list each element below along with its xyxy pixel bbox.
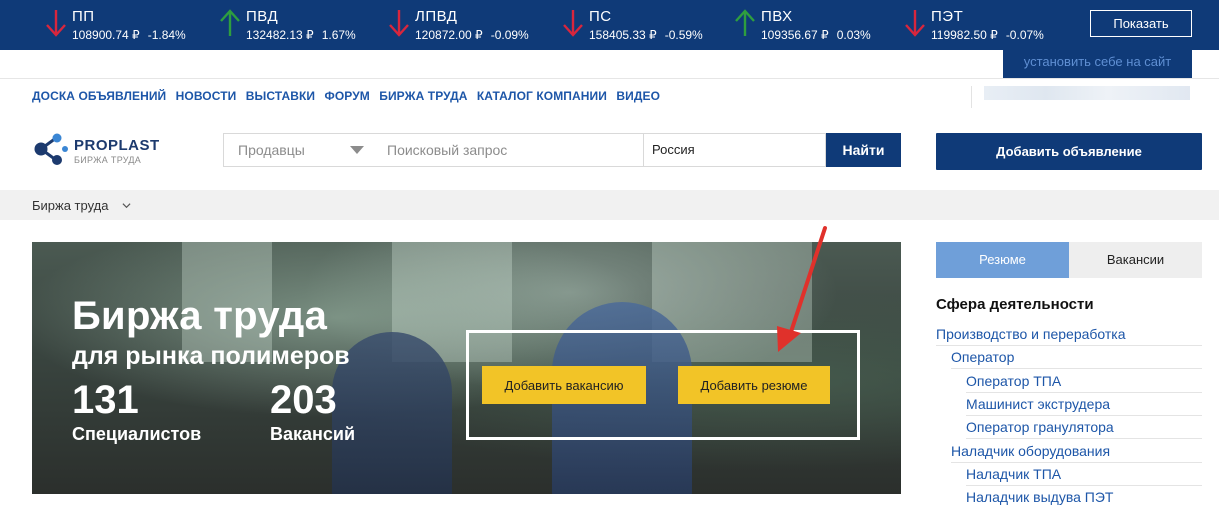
ticker-price: 158405.33 ₽	[589, 28, 657, 42]
category-item-tpa-operator[interactable]: Оператор ТПА	[966, 373, 1061, 389]
ticker-item-pvd[interactable]: ПВД 132482.13 ₽ 1.67%	[218, 6, 378, 46]
ticker-price: 120872.00 ₽	[415, 28, 483, 42]
nav-board[interactable]: ДОСКА ОБЪЯВЛЕНИЙ	[32, 89, 166, 103]
install-widget-link[interactable]: установить себе на сайт	[1003, 46, 1192, 78]
ticker-change: 1.67%	[321, 28, 356, 42]
category-item-adjuster[interactable]: Наладчик оборудования	[951, 443, 1110, 459]
ticker-name: ПВХ	[761, 8, 793, 25]
ticker-item-ps[interactable]: ПС 158405.33 ₽ -0.59%	[561, 6, 721, 46]
nav-video[interactable]: ВИДЕО	[616, 89, 660, 103]
nav-news[interactable]: НОВОСТИ	[176, 89, 237, 103]
arrow-down-icon	[389, 10, 409, 37]
ticker-name: ЛПВД	[415, 8, 458, 25]
ticker-name: ПС	[589, 8, 612, 25]
breadcrumb-item[interactable]: Биржа труда	[32, 198, 108, 213]
tab-resume[interactable]: Резюме	[936, 242, 1069, 278]
specialists-count: 131	[72, 378, 139, 422]
ticker-change: -0.59%	[664, 28, 703, 42]
site-logo[interactable]: PROPLAST БИРЖА ТРУДА	[32, 130, 172, 170]
ticker-name: ПВД	[246, 8, 279, 25]
hero-title: Биржа труда	[72, 294, 328, 338]
ticker-price: 109356.67 ₽	[761, 28, 829, 42]
nav-exhibitions[interactable]: ВЫСТАВКИ	[246, 89, 315, 103]
divider	[971, 86, 972, 108]
arrow-down-icon	[563, 10, 583, 37]
divider	[951, 368, 1202, 369]
ticker-change: 0.03%	[836, 28, 871, 42]
ticker-price: 108900.74 ₽	[72, 28, 140, 42]
main-nav: ДОСКА ОБЪЯВЛЕНИЙ НОВОСТИ ВЫСТАВКИ ФОРУМ …	[32, 89, 666, 103]
logo-brand: PROPLAST	[74, 137, 160, 154]
show-ticker-button[interactable]: Показать	[1090, 10, 1192, 37]
specialists-label: Специалистов	[72, 424, 202, 444]
nav-forum[interactable]: ФОРУМ	[325, 89, 370, 103]
vacancies-stat: 203 Вакансий	[270, 380, 355, 445]
arrow-up-icon	[735, 9, 755, 36]
add-vacancy-button[interactable]: Добавить вакансию	[482, 366, 646, 404]
divider	[966, 415, 1202, 416]
search-input[interactable]	[372, 133, 644, 167]
ticker-item-pp[interactable]: ПП 108900.74 ₽ -1.84%	[44, 6, 204, 46]
molecule-logo-icon	[34, 133, 68, 165]
arrow-up-icon	[220, 9, 240, 36]
arrow-down-icon	[46, 10, 66, 37]
ticker-item-lpvd[interactable]: ЛПВД 120872.00 ₽ -0.09%	[387, 6, 547, 46]
find-button[interactable]: Найти	[826, 133, 901, 167]
caret-down-icon	[350, 146, 364, 154]
add-resume-button[interactable]: Добавить резюме	[678, 366, 830, 404]
divider	[951, 462, 1202, 463]
specialists-stat: 131 Специалистов	[72, 380, 201, 445]
category-item-pet-blow[interactable]: Наладчик выдува ПЭТ	[966, 489, 1113, 505]
ticker-change: -1.84%	[147, 28, 186, 42]
nav-job-exchange[interactable]: БИРЖА ТРУДА	[379, 89, 467, 103]
ticker-item-pet[interactable]: ПЭТ 119982.50 ₽ -0.07%	[903, 6, 1063, 46]
add-ad-button[interactable]: Добавить объявление	[936, 133, 1202, 170]
category-item-production[interactable]: Производство и переработка	[936, 326, 1126, 342]
vacancies-count: 203	[270, 378, 337, 422]
divider	[966, 485, 1202, 486]
ticker-change: -0.09%	[490, 28, 529, 42]
logo-subtitle: БИРЖА ТРУДА	[74, 155, 142, 165]
ticker-change: -0.07%	[1005, 28, 1044, 42]
ticker-name: ПП	[72, 8, 95, 25]
blurred-user-area	[984, 86, 1190, 100]
divider	[0, 78, 1219, 79]
ticker-name: ПЭТ	[931, 8, 964, 25]
nav-company-catalog[interactable]: КАТАЛОГ КОМПАНИИ	[477, 89, 607, 103]
ticker-price: 119982.50 ₽	[931, 28, 998, 42]
price-ticker: ПП 108900.74 ₽ -1.84% ПВД 132482.13 ₽ 1.67…	[0, 0, 1219, 50]
category-item-extruder[interactable]: Машинист экструдера	[966, 396, 1110, 412]
arrow-down-icon	[905, 10, 925, 37]
category-select[interactable]: Продавцы	[223, 133, 373, 167]
breadcrumb: Биржа труда	[0, 190, 1219, 220]
divider	[966, 438, 1202, 439]
chevron-down-icon[interactable]	[122, 201, 131, 210]
category-item-operator[interactable]: Оператор	[951, 349, 1014, 365]
category-item-tpa-adjuster[interactable]: Наладчик ТПА	[966, 466, 1061, 482]
hero-subtitle: для рынка полимеров	[72, 342, 350, 370]
category-item-granulator[interactable]: Оператор гранулятора	[966, 419, 1114, 435]
region-field[interactable]: Россия	[644, 133, 826, 167]
divider	[936, 345, 1202, 346]
ticker-item-pvh[interactable]: ПВХ 109356.67 ₽ 0.03%	[733, 6, 893, 46]
tab-vacancies[interactable]: Вакансии	[1069, 242, 1202, 278]
ticker-price: 132482.13 ₽	[246, 28, 314, 42]
divider	[966, 392, 1202, 393]
category-select-value: Продавцы	[238, 142, 305, 158]
hero-banner: Биржа труда для рынка полимеров 131 Спец…	[32, 242, 901, 494]
sidebar-title: Сфера деятельности	[936, 296, 1094, 313]
vacancies-label: Вакансий	[270, 424, 356, 444]
